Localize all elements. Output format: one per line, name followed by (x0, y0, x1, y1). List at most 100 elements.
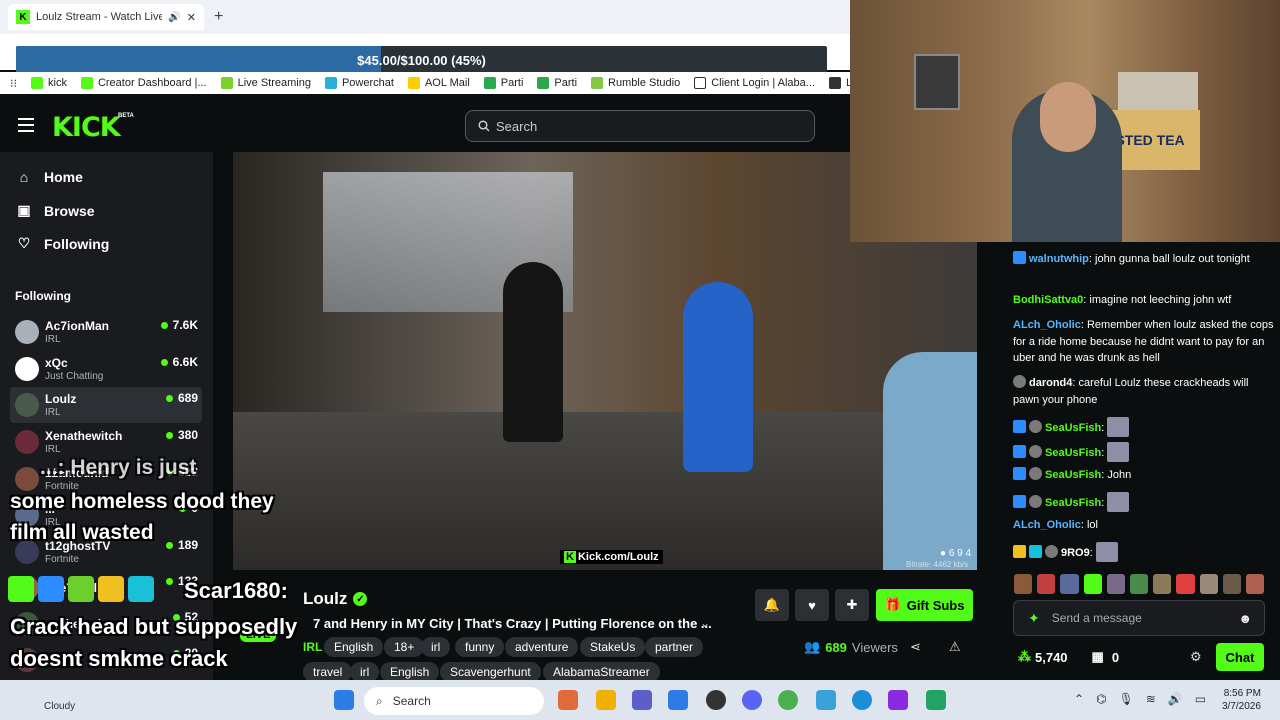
stream-tag[interactable]: StakeUs (580, 637, 646, 657)
emote-button[interactable] (1222, 574, 1241, 594)
stream-category[interactable]: IRL (303, 640, 322, 654)
emote-button[interactable] (1014, 574, 1033, 594)
copilot-icon[interactable] (558, 690, 578, 710)
chat-settings-gear-icon[interactable]: ⚙ (1190, 649, 1202, 665)
chrome-icon[interactable] (778, 690, 798, 710)
bookmark-item[interactable]: Parti (483, 77, 523, 89)
chat-username[interactable]: SeaUsFish (1045, 497, 1101, 509)
emote-button[interactable] (1106, 574, 1125, 594)
stream-tag[interactable]: English (324, 637, 384, 657)
emote-button[interactable] (1037, 574, 1056, 594)
search-input[interactable]: Search (465, 110, 815, 142)
channel-info: Xenathewitch IRL (45, 429, 122, 456)
apps-grid-icon[interactable]: ⁝⁝ (10, 77, 17, 90)
emote-button[interactable] (1083, 574, 1102, 594)
obs-icon[interactable] (706, 690, 726, 710)
follow-heart-icon[interactable]: ♥ (795, 589, 829, 621)
weather-widget[interactable]: Cloudy (44, 701, 75, 712)
stream-tag[interactable]: AlabamaStreamer (543, 662, 660, 682)
chat-username[interactable]: walnutwhip (1029, 253, 1089, 265)
followed-channel[interactable]: Loulz IRL 689 (10, 387, 202, 423)
channel-name: xQc (45, 355, 68, 370)
channel-name: Ac7ionMan (45, 318, 110, 333)
stream-tag[interactable]: adventure (505, 637, 579, 657)
menu-icon[interactable] (18, 118, 34, 132)
stream-tag[interactable]: irl (421, 637, 451, 657)
share-icon[interactable]: ⋖ (910, 639, 921, 655)
stream-tag[interactable]: partner (645, 637, 704, 657)
chat-username[interactable]: BodhiSattva0 (1013, 294, 1083, 306)
new-tab-button[interactable]: + (214, 8, 223, 26)
speaker-icon[interactable]: 🔊 (168, 12, 180, 23)
report-warning-icon[interactable]: ⚠ (949, 639, 961, 655)
chat-username[interactable]: ALch_Oholic (1013, 319, 1081, 331)
stream-tag[interactable]: irl (350, 662, 380, 682)
stream-tag[interactable]: funny (455, 637, 505, 657)
file-explorer-icon[interactable] (596, 690, 616, 710)
nav-following[interactable]: ♡ Following (16, 235, 110, 252)
chat-message: 9RO9: (1013, 542, 1275, 562)
taskbar-search[interactable]: ⌕ Search (364, 687, 544, 715)
subs-icon: ▦ (1091, 649, 1104, 664)
emote-button[interactable] (1129, 574, 1149, 594)
excel-icon[interactable] (926, 690, 946, 710)
edge-icon[interactable] (852, 690, 872, 710)
browser-tab[interactable]: K Loulz Stream - Watch Live o 🔊 ✕ (8, 4, 204, 30)
avatar (15, 357, 39, 381)
store-icon[interactable] (668, 690, 688, 710)
bookmark-label: Parti (554, 77, 578, 89)
emote-button[interactable] (1176, 574, 1195, 594)
bookmark-item[interactable]: kick (31, 77, 67, 89)
bookmark-item[interactable]: Parti (537, 77, 577, 89)
stream-tag[interactable]: travel (303, 662, 353, 682)
chat-username[interactable]: darond4 (1029, 377, 1072, 389)
chat-username[interactable]: ALch_Oholic (1013, 519, 1081, 531)
alert-donor-name: Scar1680: (184, 578, 288, 603)
app-icon[interactable] (888, 690, 908, 710)
emote-button[interactable] (1245, 574, 1265, 594)
kick-logo[interactable]: KICK (52, 112, 121, 143)
bookmark-item[interactable]: Live Streaming (220, 77, 311, 89)
stream-tag[interactable]: Scavengerhunt (440, 662, 541, 682)
chevron-down-icon[interactable]: ⌄ (700, 616, 710, 630)
bookmark-item[interactable]: Powerchat (324, 77, 394, 89)
emote-button[interactable] (1060, 574, 1079, 594)
nav-home[interactable]: ⌂ Home (16, 169, 83, 185)
channel-viewer-count: 6.6K (172, 355, 198, 369)
emoji-icon[interactable]: ☻ (1238, 611, 1252, 626)
chevron-up-icon[interactable]: ⌃ (1074, 692, 1084, 706)
bookmark-item[interactable]: Client Login | Alaba... (694, 77, 815, 89)
stream-tag[interactable]: 18+ (384, 637, 425, 657)
followed-channel[interactable]: xQc Just Chatting 6.6K (10, 351, 202, 387)
followed-channel[interactable]: Xenathewitch IRL 380 (10, 424, 202, 460)
chat-username[interactable]: SeaUsFish (1045, 469, 1101, 481)
close-tab-icon[interactable]: ✕ (187, 11, 196, 24)
chat-input[interactable]: ✦ Send a message ☻ (1013, 600, 1265, 636)
bookmark-item[interactable]: AOL Mail (407, 77, 470, 89)
bookmark-label: kick (48, 77, 67, 89)
stream-tag[interactable]: English (380, 662, 440, 682)
clip-icon[interactable]: ✚ (835, 589, 869, 621)
notification-bell-icon[interactable]: 🔔 (755, 589, 789, 621)
gift-subs-button[interactable]: 🎁 Gift Subs (876, 589, 973, 621)
system-tray[interactable]: ⌃ ⌬ 🎙 ≋ 🔊 ▭ (1074, 692, 1206, 706)
live-dot-icon (165, 431, 173, 439)
chat-username[interactable]: SeaUsFish (1045, 422, 1101, 434)
chat-username[interactable]: SeaUsFish (1045, 447, 1101, 459)
followed-channel[interactable]: Ac7ionMan IRL 7.6K (10, 314, 202, 350)
teams-icon[interactable] (632, 690, 652, 710)
channel-points[interactable]: ⁂ 5,740 ▦ 0 (1018, 649, 1119, 665)
nav-browse[interactable]: ▣ Browse (16, 202, 94, 219)
chat-send-button[interactable]: Chat (1216, 643, 1264, 671)
emote-button[interactable] (1153, 574, 1172, 594)
bookmark-item[interactable]: Creator Dashboard |... (80, 77, 207, 89)
bookmark-item[interactable]: Rumble Studio (591, 77, 680, 89)
streamer-name[interactable]: Loulz ✓ (303, 589, 368, 609)
chat-username[interactable]: 9RO9 (1061, 547, 1090, 559)
discord-icon[interactable] (742, 690, 762, 710)
clock[interactable]: 8:56 PM 3/7/2026 (1222, 687, 1261, 713)
windows-start-icon[interactable] (334, 690, 354, 710)
app-icon[interactable] (816, 690, 836, 710)
emote-button[interactable] (1199, 574, 1218, 594)
sparkle-icon[interactable]: ✦ (1028, 610, 1040, 627)
